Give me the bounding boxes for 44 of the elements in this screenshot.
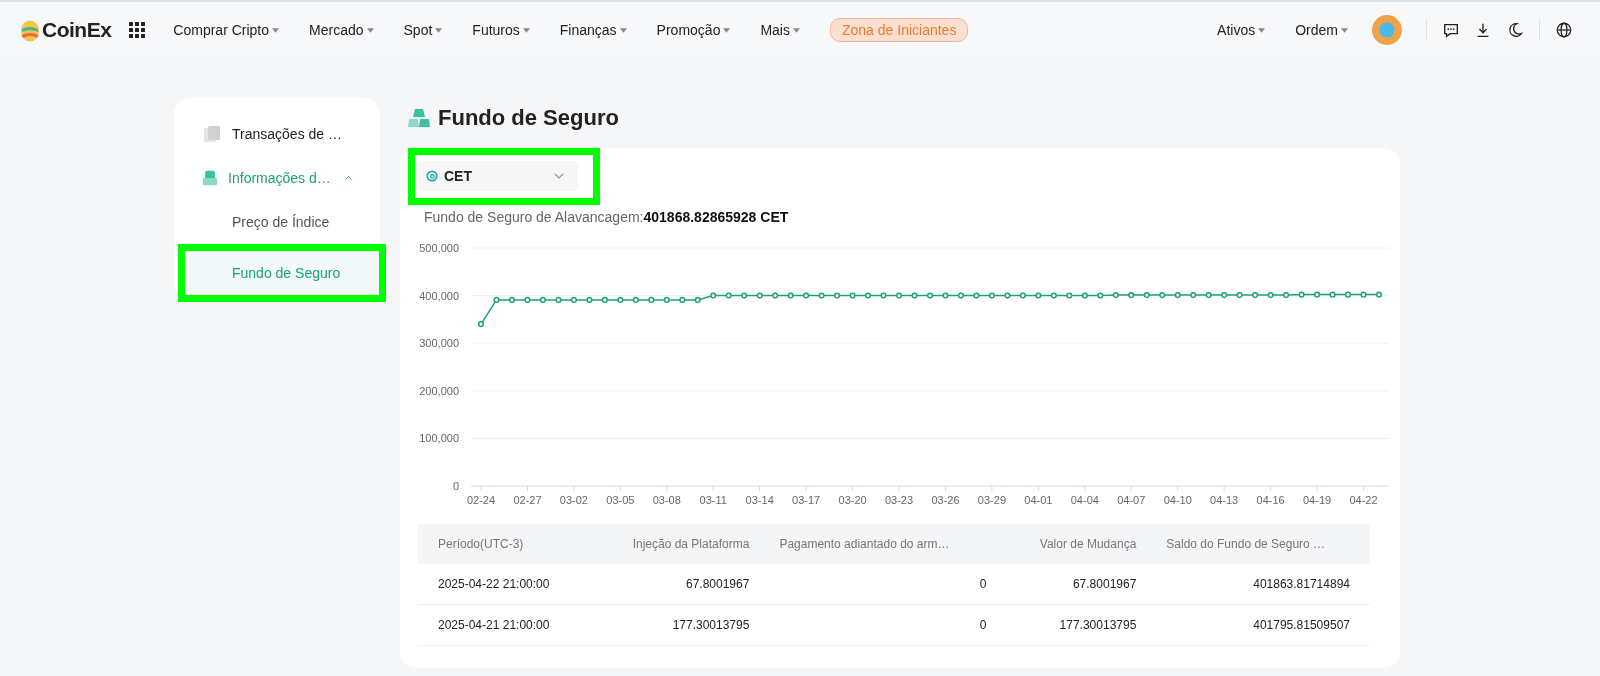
y-axis-label: 400,000: [419, 289, 459, 302]
column-header: Valor de Mudança: [996, 524, 1147, 564]
y-axis-label: 300,000: [419, 337, 459, 350]
x-axis-label: 04-22: [1349, 494, 1378, 506]
x-axis-label: 04-19: [1303, 494, 1332, 506]
x-axis-label: 03-11: [699, 494, 727, 506]
y-axis-label: 500,000: [419, 242, 459, 254]
table-cell: 401795.81509507: [1146, 604, 1370, 646]
x-axis-label: 04-10: [1163, 494, 1192, 506]
x-axis-label: 04-01: [1024, 494, 1053, 506]
x-axis-label: 04-04: [1070, 494, 1099, 506]
x-axis-label: 03-26: [931, 494, 960, 506]
x-axis-label: 02-27: [513, 494, 542, 506]
table-cell: 0: [759, 564, 997, 605]
column-header: Injeção da Plataforma: [585, 524, 760, 564]
table-cell: 2025-04-22 21:00:00: [418, 564, 586, 605]
column-header: Saldo do Fundo de Seguro …: [1146, 524, 1370, 564]
x-axis-label: 04-07: [1117, 494, 1146, 506]
x-axis-label: 03-20: [838, 494, 867, 506]
table-cell: 67.8001967: [585, 564, 760, 605]
table-cell: 401863.81714894: [1146, 564, 1370, 605]
x-axis-label: 03-23: [884, 494, 914, 506]
table-cell: 2025-04-21 21:00:00: [418, 604, 586, 646]
summary-text: Fundo de Seguro de Alavancagem:401868.82865928 CET: [424, 209, 790, 225]
x-axis-label: 03-17: [792, 494, 821, 506]
x-axis-label: 04-16: [1256, 494, 1285, 506]
y-axis-label: 0: [452, 480, 459, 492]
x-axis-label: 04-13: [1210, 494, 1239, 506]
table-cell: 177.30013795: [585, 604, 760, 646]
table-cell: 0: [759, 604, 997, 646]
logo-text: CoinEx: [42, 18, 112, 42]
table-cell: 67.8001967: [996, 564, 1147, 605]
y-axis-label: 100,000: [419, 432, 459, 445]
column-header: Pagamento adiantado do arm…: [759, 524, 997, 564]
column-header: Período(UTC-3): [418, 524, 586, 564]
x-axis-label: 03-08: [652, 494, 681, 506]
table-cell: 177.30013795: [996, 604, 1147, 646]
x-axis-label: 03-05: [606, 494, 635, 506]
page-title: Fundo de Seguro: [438, 105, 619, 131]
y-axis-label: 200,000: [419, 384, 459, 397]
x-axis-label: 03-14: [745, 494, 774, 506]
x-axis-label: 03-29: [977, 494, 1006, 506]
x-axis-label: 02-24: [466, 494, 496, 506]
x-axis-label: 03-02: [559, 494, 588, 506]
